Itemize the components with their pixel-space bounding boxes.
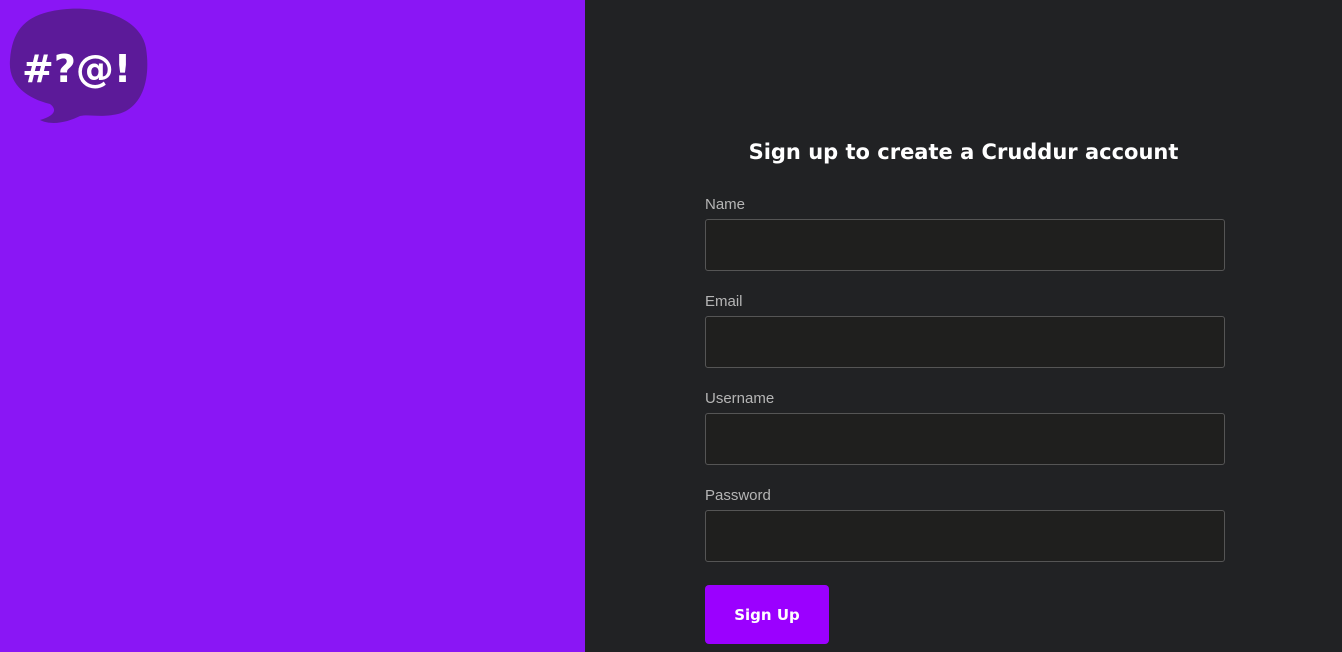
- signup-form-panel: Sign up to create a Cruddur account Name…: [585, 0, 1342, 652]
- password-input[interactable]: [705, 510, 1225, 562]
- name-field-group: Name: [705, 195, 1225, 271]
- name-input[interactable]: [705, 219, 1225, 271]
- sign-up-button[interactable]: Sign Up: [705, 585, 829, 644]
- speech-bubble-icon: #?@!: [9, 8, 148, 123]
- password-field-group: Password: [705, 486, 1225, 562]
- username-input[interactable]: [705, 413, 1225, 465]
- password-label: Password: [705, 487, 771, 504]
- form-title: Sign up to create a Cruddur account: [748, 140, 1179, 164]
- name-label: Name: [705, 196, 746, 213]
- username-field-group: Username: [705, 389, 1225, 465]
- username-label: Username: [705, 390, 775, 407]
- logo-text: #?@!: [22, 47, 131, 91]
- signup-page: #?@! Sign up to create a Cruddur account…: [0, 0, 1342, 652]
- email-field-group: Email: [705, 292, 1225, 368]
- email-input[interactable]: [705, 316, 1225, 368]
- brand-panel: #?@!: [0, 0, 585, 652]
- email-label: Email: [705, 293, 743, 310]
- cruddur-logo: #?@!: [8, 8, 150, 126]
